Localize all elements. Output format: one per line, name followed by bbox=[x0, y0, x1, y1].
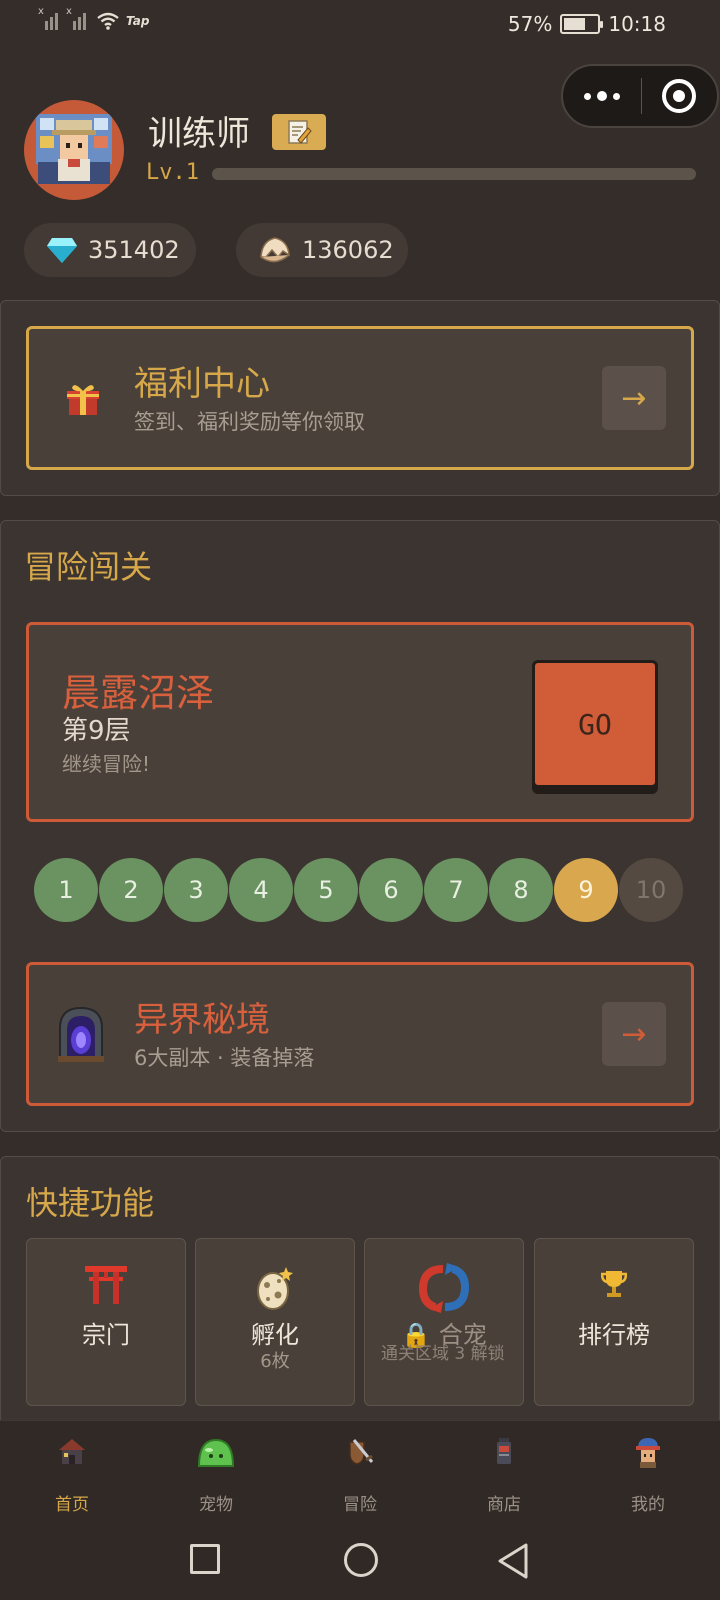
floor-9-button[interactable]: 9 bbox=[554, 858, 618, 922]
portal-icon bbox=[56, 1006, 106, 1066]
back-triangle-icon bbox=[498, 1543, 528, 1579]
quick-tile-label: 孵化 bbox=[251, 1321, 299, 1349]
gem-count: 351402 bbox=[88, 236, 180, 264]
profile-icon bbox=[588, 1436, 708, 1470]
wifi-icon bbox=[97, 12, 119, 30]
floor-3-button[interactable]: 3 bbox=[164, 858, 228, 922]
xp-progress-bar bbox=[212, 168, 696, 180]
nav-label: 首页 bbox=[55, 1495, 89, 1515]
signal-icon: x bbox=[38, 6, 62, 30]
battery-percent: 57% bbox=[507, 12, 553, 36]
quick-tile-label: 排行榜 bbox=[578, 1321, 650, 1349]
quick-tile-leaderboard[interactable]: 排行榜 bbox=[534, 1238, 694, 1406]
quick-tile-sect[interactable]: 宗门 bbox=[26, 1238, 186, 1406]
realm-arrow-button[interactable]: → bbox=[602, 1002, 666, 1066]
quick-tile-hatch[interactable]: 孵化 6枚 bbox=[195, 1238, 355, 1406]
quick-tile-label: 宗门 bbox=[82, 1321, 130, 1349]
floor-10-button: 10 bbox=[619, 858, 683, 922]
gem-balance[interactable]: 351402 bbox=[24, 223, 196, 277]
clock: 10:18 bbox=[608, 12, 666, 36]
edit-memo-icon bbox=[288, 120, 312, 144]
signal-icon: x bbox=[66, 6, 90, 30]
nav-label: 我的 bbox=[631, 1495, 665, 1515]
quick-tile-merge[interactable]: 🔒 合宠 通关区域 3 解锁 bbox=[364, 1238, 524, 1406]
nav-profile[interactable]: 我的 bbox=[588, 1436, 708, 1516]
egg-icon bbox=[196, 1263, 354, 1311]
home-button[interactable] bbox=[344, 1543, 378, 1577]
recents-button[interactable] bbox=[190, 1544, 220, 1574]
no-sim-mark: x bbox=[66, 6, 72, 17]
target-icon bbox=[662, 79, 697, 113]
egg-shell-icon bbox=[260, 237, 290, 263]
no-sim-mark: x bbox=[38, 6, 44, 17]
stage-name: 晨露沼泽 bbox=[62, 671, 215, 715]
arrow-right-icon: → bbox=[621, 380, 647, 416]
nav-shop[interactable]: 商店 bbox=[444, 1436, 564, 1516]
floor-7-button[interactable]: 7 bbox=[424, 858, 488, 922]
adventure-section-title: 冒险闯关 bbox=[24, 548, 153, 586]
battery-icon bbox=[560, 14, 604, 34]
trainer-avatar-icon bbox=[36, 114, 112, 184]
tap-indicator: Tap bbox=[126, 14, 150, 28]
slime-icon bbox=[156, 1436, 276, 1470]
welfare-center-card[interactable] bbox=[26, 326, 694, 470]
floor-1-button[interactable]: 1 bbox=[34, 858, 98, 922]
floor-selector: 1 2 3 4 5 6 7 8 9 10 bbox=[34, 858, 683, 922]
sword-shield-icon bbox=[300, 1436, 420, 1468]
welfare-subtitle: 签到、福利奖励等你领取 bbox=[134, 410, 365, 434]
welfare-arrow-button[interactable]: → bbox=[602, 366, 666, 430]
quick-section-title: 快捷功能 bbox=[26, 1184, 155, 1222]
arrow-right-icon: → bbox=[621, 1016, 647, 1052]
floor-8-button[interactable]: 8 bbox=[489, 858, 553, 922]
floor-4-button[interactable]: 4 bbox=[229, 858, 293, 922]
floor-6-button[interactable]: 6 bbox=[359, 858, 423, 922]
nav-label: 宠物 bbox=[199, 1495, 233, 1515]
quick-tile-unlock-hint: 通关区域 3 解锁 bbox=[381, 1344, 505, 1364]
otherworld-realm-card[interactable] bbox=[26, 962, 694, 1106]
edit-name-button[interactable] bbox=[272, 114, 326, 150]
close-miniprogram-button[interactable] bbox=[642, 79, 718, 113]
diamond-icon bbox=[47, 238, 77, 263]
stage-hint: 继续冒险! bbox=[62, 752, 151, 776]
realm-subtitle: 6大副本 · 装备掉落 bbox=[134, 1046, 315, 1070]
swap-arrows-icon bbox=[365, 1263, 523, 1313]
floor-2-button[interactable]: 2 bbox=[99, 858, 163, 922]
status-left: x x Tap bbox=[38, 6, 150, 30]
nav-pets[interactable]: 宠物 bbox=[156, 1436, 276, 1516]
nav-adventure[interactable]: 冒险 bbox=[300, 1436, 420, 1516]
nav-home[interactable]: 首页 bbox=[12, 1436, 132, 1516]
go-button[interactable]: GO bbox=[532, 660, 658, 788]
nav-label: 冒险 bbox=[343, 1495, 377, 1515]
welfare-title: 福利中心 bbox=[134, 364, 270, 404]
level-label: Lv.1 bbox=[146, 160, 199, 185]
back-button[interactable] bbox=[496, 1542, 530, 1584]
status-right: 57% 10:18 bbox=[508, 12, 666, 36]
nav-label: 商店 bbox=[487, 1495, 521, 1515]
trophy-icon bbox=[535, 1269, 693, 1299]
more-menu-button[interactable] bbox=[563, 91, 641, 101]
username: 训练师 bbox=[148, 114, 250, 154]
gift-icon bbox=[64, 380, 102, 420]
miniprogram-capsule bbox=[561, 64, 719, 128]
egg-shell-balance[interactable]: 136062 bbox=[236, 223, 408, 277]
realm-title: 异界秘境 bbox=[134, 1000, 270, 1040]
stage-floor: 第9层 bbox=[62, 716, 131, 746]
home-icon bbox=[12, 1436, 132, 1466]
torii-gate-icon bbox=[27, 1263, 185, 1305]
shop-icon bbox=[444, 1436, 564, 1468]
quick-tile-count: 6枚 bbox=[260, 1351, 290, 1372]
floor-5-button[interactable]: 5 bbox=[294, 858, 358, 922]
avatar[interactable] bbox=[24, 100, 124, 200]
egg-shell-count: 136062 bbox=[302, 236, 394, 264]
